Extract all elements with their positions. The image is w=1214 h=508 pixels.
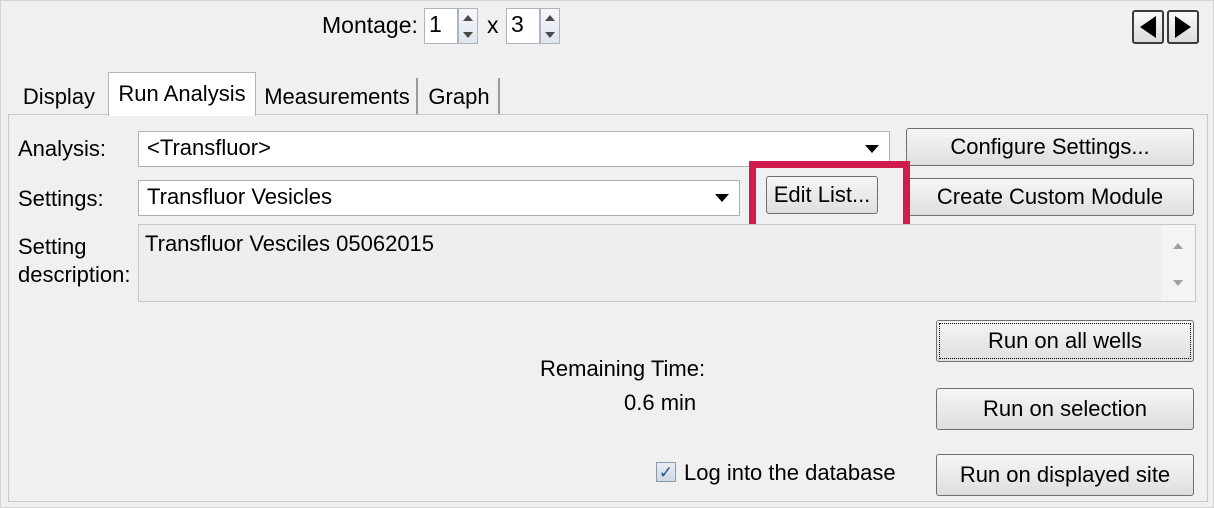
arrow-right-icon [1175, 16, 1191, 38]
spin-down-icon[interactable] [459, 26, 477, 43]
montage-cols-stepper[interactable] [540, 8, 560, 44]
log-database-label: Log into the database [684, 460, 896, 485]
settings-dropdown[interactable]: Transfluor Vesicles [138, 180, 740, 216]
run-on-selection-button[interactable]: Run on selection [936, 388, 1194, 430]
run-on-displayed-site-button[interactable]: Run on displayed site [936, 454, 1194, 496]
create-custom-module-button[interactable]: Create Custom Module [906, 178, 1194, 216]
dropdown-arrow-icon [865, 145, 879, 153]
log-database-checkbox[interactable]: ✓ [656, 462, 676, 482]
description-label-line2: description: [18, 262, 131, 287]
spin-up-icon[interactable] [459, 9, 477, 26]
scroll-up-icon[interactable] [1173, 243, 1183, 249]
tab-display[interactable]: Display [14, 78, 104, 114]
scroll-down-icon[interactable] [1173, 280, 1183, 286]
remaining-time-value: 0.6 min [624, 390, 697, 415]
checkmark-icon: ✓ [658, 462, 674, 482]
tab-graph[interactable]: Graph [420, 78, 500, 114]
montage-rows-stepper[interactable] [458, 8, 478, 44]
dropdown-arrow-icon [715, 194, 729, 202]
montage-cols-input[interactable]: 3 [506, 8, 540, 44]
arrow-left-icon [1140, 16, 1156, 38]
next-button[interactable] [1167, 10, 1199, 44]
edit-list-highlight [749, 161, 910, 233]
settings-label: Settings: [18, 186, 104, 211]
analysis-label: Analysis: [18, 136, 107, 161]
montage-label: Montage: [322, 12, 418, 38]
description-textbox[interactable]: Transfluor Vesciles 05062015 [138, 224, 1196, 302]
spin-up-icon[interactable] [541, 9, 559, 26]
description-scrollbar[interactable] [1161, 225, 1195, 301]
configure-settings-button[interactable]: Configure Settings... [906, 128, 1194, 166]
settings-value: Transfluor Vesicles [147, 184, 333, 209]
description-label-line1: Setting [18, 234, 87, 259]
run-on-all-wells-button[interactable]: Run on all wells [936, 320, 1194, 362]
remaining-time-label: Remaining Time: [540, 356, 706, 381]
tab-run-analysis[interactable]: Run Analysis [108, 72, 256, 116]
previous-button[interactable] [1132, 10, 1164, 44]
analysis-value: <Transfluor> [147, 135, 271, 160]
montage-rows-input[interactable]: 1 [424, 8, 458, 44]
spin-down-icon[interactable] [541, 26, 559, 43]
tab-measurements[interactable]: Measurements [258, 78, 418, 114]
tab-panel [8, 114, 1208, 502]
description-value: Transfluor Vesciles 05062015 [145, 231, 435, 256]
montage-x-label: x [487, 12, 499, 38]
